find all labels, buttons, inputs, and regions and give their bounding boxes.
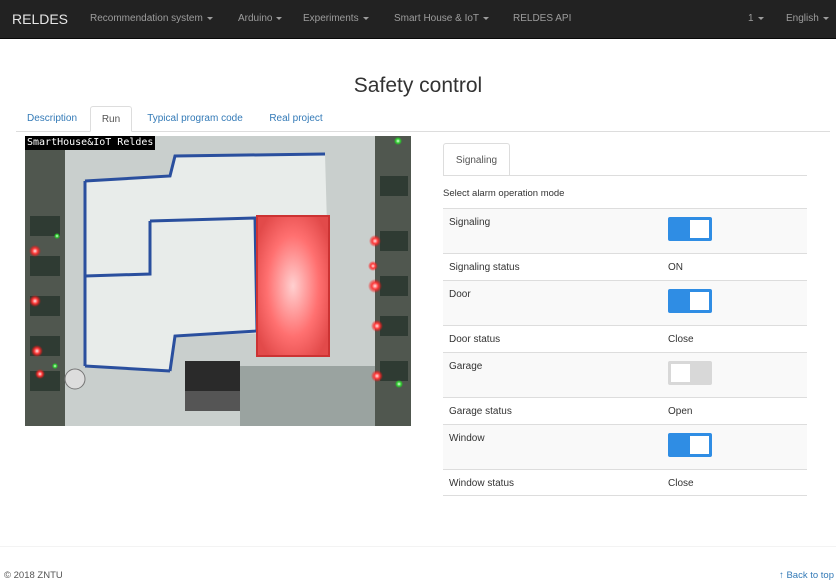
- row-garage: Garage: [443, 352, 807, 397]
- top-navbar: RELDES Recommendation system Arduino Exp…: [0, 0, 836, 39]
- select-mode-label: Select alarm operation mode: [443, 188, 565, 199]
- row-garage-status: Garage status Open: [443, 397, 807, 424]
- caret-down-icon: [483, 16, 490, 20]
- row-label: Signaling: [449, 217, 491, 228]
- nav-smart-house-iot[interactable]: Smart House & IoT: [394, 0, 490, 38]
- row-label: Garage: [449, 361, 483, 372]
- row-label: Door: [449, 289, 471, 300]
- tab-typical-program-code[interactable]: Typical program code: [145, 106, 245, 132]
- window-status-value: Close: [668, 478, 694, 489]
- caret-down-icon: [822, 16, 829, 20]
- nav-experiments[interactable]: Experiments: [303, 0, 369, 38]
- caret-down-icon: [362, 16, 369, 20]
- row-window-status: Window status Close: [443, 469, 807, 496]
- nav-user-menu[interactable]: 1: [748, 0, 764, 38]
- camera-feed: SmartHouse&IoT Reldes: [25, 136, 411, 426]
- nav-label: RELDES API: [513, 13, 572, 24]
- user-label: 1: [748, 13, 754, 24]
- nav-label: Recommendation system: [90, 13, 203, 24]
- door-toggle[interactable]: [668, 289, 712, 313]
- camera-overlay-label: SmartHouse&IoT Reldes: [25, 136, 156, 150]
- row-label: Signaling status: [449, 262, 520, 273]
- panel-divider: [443, 175, 807, 176]
- tab-signaling[interactable]: Signaling: [443, 143, 510, 176]
- page-title: Safety control: [353, 74, 483, 97]
- tab-real-project[interactable]: Real project: [266, 106, 326, 132]
- back-to-top-link[interactable]: ↑ Back to top: [779, 570, 834, 581]
- caret-down-icon: [206, 16, 213, 20]
- row-signaling-status: Signaling status ON: [443, 253, 807, 280]
- row-label: Window: [449, 433, 485, 444]
- nav-label: Smart House & IoT: [394, 13, 480, 24]
- row-door: Door: [443, 280, 807, 325]
- toggle-knob: [671, 364, 690, 382]
- window-toggle[interactable]: [668, 433, 712, 457]
- row-label: Garage status: [449, 406, 512, 417]
- footer-copyright: © 2018 ZNTU: [4, 570, 63, 581]
- caret-down-icon: [757, 16, 764, 20]
- nav-label: Experiments: [303, 13, 359, 24]
- tabs-divider: [16, 131, 830, 132]
- garage-status-value: Open: [668, 406, 693, 417]
- row-label: Door status: [449, 334, 501, 345]
- language-label: English: [786, 13, 819, 24]
- camera-image: [25, 136, 411, 426]
- footer-divider: [0, 546, 836, 547]
- row-window: Window: [443, 424, 807, 469]
- tab-description[interactable]: Description: [24, 106, 80, 132]
- nav-recommendation-system[interactable]: Recommendation system: [90, 0, 213, 38]
- toggle-knob: [690, 292, 709, 310]
- toggle-knob: [690, 436, 709, 454]
- row-signaling: Signaling: [443, 208, 807, 253]
- row-door-status: Door status Close: [443, 325, 807, 352]
- nav-reldes-api[interactable]: RELDES API: [513, 0, 571, 38]
- caret-down-icon: [276, 16, 283, 20]
- toggle-knob: [690, 220, 709, 238]
- brand-link[interactable]: RELDES: [12, 0, 68, 38]
- nav-label: Arduino: [238, 13, 273, 24]
- nav-arduino[interactable]: Arduino: [238, 0, 283, 38]
- garage-toggle[interactable]: [668, 361, 712, 385]
- signaling-toggle[interactable]: [668, 217, 712, 241]
- door-status-value: Close: [668, 334, 694, 345]
- signaling-status-value: ON: [668, 262, 683, 273]
- tab-run[interactable]: Run: [90, 106, 132, 132]
- row-label: Window status: [449, 478, 515, 489]
- nav-language-menu[interactable]: English: [786, 0, 829, 38]
